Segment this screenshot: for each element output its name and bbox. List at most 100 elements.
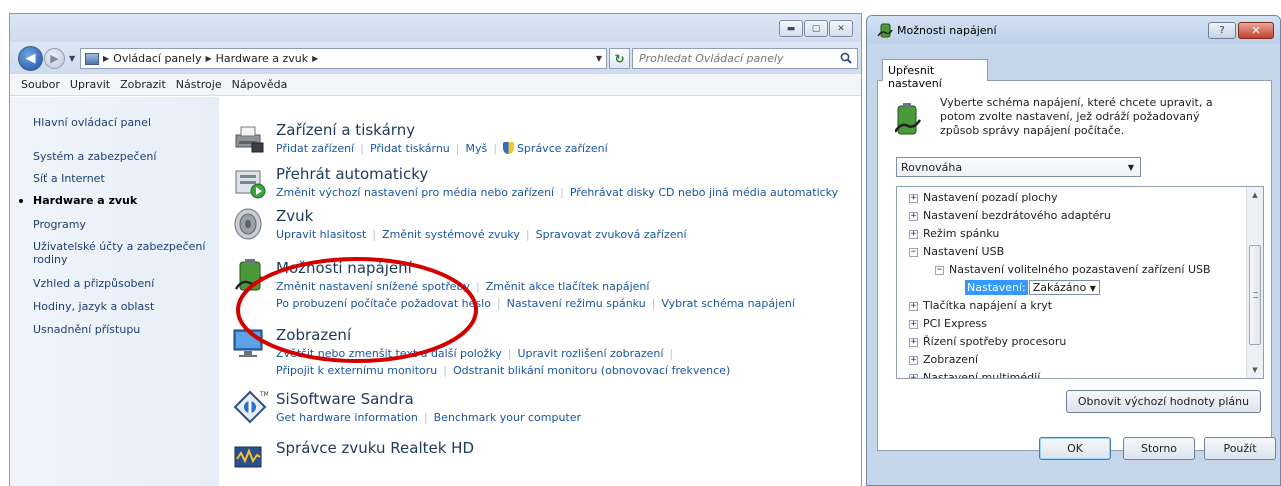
collapse-icon[interactable]: − xyxy=(909,248,918,257)
address-dropdown-icon[interactable]: ▼ xyxy=(596,54,602,63)
chevron-right-icon[interactable]: ▶ xyxy=(205,54,211,63)
nav-system-security[interactable]: Systém a zabezpečení xyxy=(33,150,213,163)
usb-suspend-select[interactable]: Zakázáno ▼ xyxy=(1028,280,1100,295)
help-button[interactable]: ? xyxy=(1208,22,1236,39)
power-plan-select[interactable]: Rovnováha ▼ xyxy=(896,157,1141,177)
apply-button[interactable]: Použít xyxy=(1204,437,1276,460)
scroll-thumb[interactable] xyxy=(1249,245,1261,345)
tree-item-usb[interactable]: − Nastavení USB xyxy=(909,245,1004,258)
link-hardware-info[interactable]: Get hardware information xyxy=(276,411,418,424)
left-navigation: Hlavní ovládací panel Systém a zabezpeče… xyxy=(10,97,219,486)
expand-icon[interactable]: + xyxy=(909,320,918,329)
sound-links: Upravit hlasitost | Změnit systémové zvuky… xyxy=(276,228,687,241)
restore-defaults-button[interactable]: Obnovit výchozí hodnoty plánu xyxy=(1066,390,1261,413)
close-button[interactable]: ✕ xyxy=(1238,22,1274,39)
tree-item[interactable]: + PCI Express xyxy=(909,317,987,330)
menu-tools[interactable]: Nástroje xyxy=(171,78,227,91)
link-refresh-rate[interactable]: Odstranit blikání monitoru (obnovovací f… xyxy=(453,364,730,377)
back-button[interactable]: ◀ xyxy=(18,46,43,71)
link-mouse[interactable]: Myš xyxy=(466,142,488,155)
address-box[interactable]: ▶ Ovládací panely ▶ Hardware a zvuk ▶ ▼ xyxy=(80,48,607,69)
expand-icon[interactable]: + xyxy=(909,212,918,221)
devices-title[interactable]: Zařízení a tiskárny xyxy=(276,121,415,139)
realtek-title[interactable]: Správce zvuku Realtek HD xyxy=(276,439,474,457)
link-sleep-settings[interactable]: Nastavení režimu spánku xyxy=(507,297,646,310)
tree-item[interactable]: + Zobrazení xyxy=(909,353,978,366)
display-title[interactable]: Zobrazení xyxy=(276,326,351,344)
chevron-right-icon[interactable]: ▶ xyxy=(312,54,318,63)
tree-item[interactable]: + Řízení spotřeby procesoru xyxy=(909,335,1066,348)
chevron-right-icon[interactable]: ▶ xyxy=(103,54,109,63)
nav-ease-of-access[interactable]: Usnadnění přístupu xyxy=(33,323,213,336)
expand-icon[interactable]: + xyxy=(909,356,918,365)
nav-home[interactable]: Hlavní ovládací panel xyxy=(33,116,213,129)
battery-icon xyxy=(895,103,921,135)
ok-button[interactable]: OK xyxy=(1039,437,1111,460)
link-autoplay-defaults[interactable]: Změnit výchozí nastavení pro média nebo … xyxy=(276,186,554,199)
power-title[interactable]: Možnosti napájení xyxy=(276,259,412,277)
tree-item-usb-suspend[interactable]: − Nastavení volitelného pozastavení zaří… xyxy=(935,263,1211,276)
tree-item[interactable]: + Režim spánku xyxy=(909,227,999,240)
link-power-saving-settings[interactable]: Změnit nastavení snížené spotřeby xyxy=(276,280,470,293)
menu-edit[interactable]: Upravit xyxy=(65,78,115,91)
nav-clock-language[interactable]: Hodiny, jazyk a oblast xyxy=(33,300,213,313)
settings-tree: + Nastavení pozadí plochy + Nastavení be… xyxy=(896,186,1264,379)
nav-appearance[interactable]: Vzhled a přizpůsobení xyxy=(33,277,213,290)
sound-title[interactable]: Zvuk xyxy=(276,207,313,225)
search-icon[interactable] xyxy=(840,52,852,64)
tree-item[interactable]: + Nastavení multimédií xyxy=(909,371,1040,378)
link-choose-power-plan[interactable]: Vybrat schéma napájení xyxy=(661,297,795,310)
link-benchmark[interactable]: Benchmark your computer xyxy=(434,411,581,424)
menu-help[interactable]: Nápověda xyxy=(227,78,293,91)
minimize-button[interactable]: ▬ xyxy=(779,20,803,37)
sandra-title[interactable]: SiSoftware Sandra xyxy=(276,390,414,408)
link-adjust-volume[interactable]: Upravit hlasitost xyxy=(276,228,366,241)
autoplay-title[interactable]: Přehrát automaticky xyxy=(276,165,428,183)
dialog-title: Možnosti napájení xyxy=(897,24,997,37)
cancel-button[interactable]: Storno xyxy=(1123,437,1195,460)
search-box xyxy=(632,48,858,69)
forward-button[interactable]: ▶ xyxy=(44,48,65,69)
collapse-icon[interactable]: − xyxy=(935,266,944,275)
tree-item[interactable]: + Nastavení bezdrátového adaptéru xyxy=(909,209,1111,222)
link-add-device[interactable]: Přidat zařízení xyxy=(276,142,354,155)
nav-network-internet[interactable]: Síť a Internet xyxy=(33,172,213,185)
current-item-bullet xyxy=(19,199,23,203)
control-panel-icon xyxy=(85,52,99,65)
power-links-row1: Změnit nastavení snížené spotřeby | Změnit… xyxy=(276,280,650,293)
link-screen-resolution[interactable]: Upravit rozlišení zobrazení xyxy=(517,347,663,360)
link-require-password[interactable]: Po probuzení počítače požadovat heslo xyxy=(276,297,491,310)
chevron-down-icon: ▼ xyxy=(1127,163,1134,172)
menu-file[interactable]: Soubor xyxy=(16,78,65,91)
expand-icon[interactable]: + xyxy=(909,194,918,203)
nav-user-accounts[interactable]: Uživatelské účty a zabezpečení rodiny xyxy=(33,240,213,266)
maximize-button[interactable]: ▢ xyxy=(804,20,828,37)
refresh-button[interactable]: ↻ xyxy=(609,48,630,69)
link-device-manager[interactable]: Správce zařízení xyxy=(517,142,608,155)
tree-item[interactable]: + Tlačítka napájení a kryt xyxy=(909,299,1052,312)
scroll-down-icon[interactable]: ▼ xyxy=(1247,362,1263,378)
tree-item[interactable]: + Nastavení pozadí plochy xyxy=(909,191,1058,204)
expand-icon[interactable]: + xyxy=(909,230,918,239)
breadcrumb-control-panel[interactable]: Ovládací panely xyxy=(113,52,201,65)
link-power-button-actions[interactable]: Změnit akce tlačítek napájení xyxy=(486,280,650,293)
menu-view[interactable]: Zobrazit xyxy=(115,78,171,91)
link-text-size[interactable]: Zvětšit nebo zmenšit text a další položk… xyxy=(276,347,502,360)
expand-icon[interactable]: + xyxy=(909,338,918,347)
link-system-sounds[interactable]: Změnit systémové zvuky xyxy=(382,228,520,241)
recent-pages-dropdown-icon[interactable]: ▼ xyxy=(69,54,75,63)
tab-advanced-settings[interactable]: Upřesnit nastavení xyxy=(882,59,988,90)
link-play-cds[interactable]: Přehrávat disky CD nebo jiná média autom… xyxy=(570,186,838,199)
expand-icon[interactable]: + xyxy=(909,302,918,311)
link-external-monitor[interactable]: Připojit k externímu monitoru xyxy=(276,364,437,377)
expand-icon[interactable]: + xyxy=(909,374,918,378)
search-input[interactable] xyxy=(639,52,829,65)
close-window-button[interactable]: ✕ xyxy=(829,20,853,37)
scroll-up-icon[interactable]: ▲ xyxy=(1247,187,1263,203)
tree-scrollbar[interactable]: ▲ ▼ xyxy=(1246,187,1263,378)
nav-programs[interactable]: Programy xyxy=(33,218,213,231)
link-manage-audio[interactable]: Spravovat zvuková zařízení xyxy=(536,228,687,241)
display-links-row1: Zvětšit nebo zmenšit text a další položk… xyxy=(276,347,674,360)
link-add-printer[interactable]: Přidat tiskárnu xyxy=(370,142,450,155)
breadcrumb-hardware-sound[interactable]: Hardware a zvuk xyxy=(216,52,308,65)
